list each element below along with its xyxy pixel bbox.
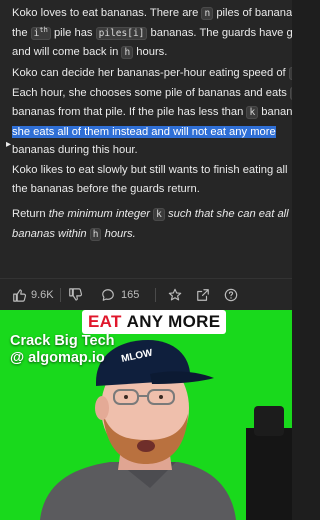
help-button[interactable] bbox=[224, 279, 238, 311]
text-segment: bananas, bbox=[261, 106, 292, 119]
chat-bubble-icon bbox=[101, 288, 115, 302]
thumbs-up-icon bbox=[12, 288, 26, 302]
comments-button[interactable]: 165 bbox=[101, 279, 139, 311]
dislike-button[interactable] bbox=[68, 279, 82, 311]
text-segment: bananas from that pile. If the pile has … bbox=[12, 106, 247, 119]
emphasis-text: bananas within bbox=[12, 227, 90, 240]
separator bbox=[155, 279, 156, 311]
selected-text-highlight[interactable]: she eats all of them instead and will no… bbox=[12, 125, 276, 138]
problem-paragraph-4: Return the minimum integer k such that s… bbox=[12, 205, 292, 244]
inline-code: h bbox=[121, 46, 134, 60]
text-segment: and will come back in bbox=[12, 46, 122, 59]
emphasis-text: the minimum integer bbox=[48, 208, 154, 220]
superscript: th bbox=[39, 25, 48, 34]
favorite-button[interactable] bbox=[168, 279, 182, 311]
emphasis-text: hours. bbox=[101, 227, 136, 240]
inline-code: k bbox=[246, 106, 259, 120]
star-icon bbox=[168, 288, 182, 302]
text-segment: Return bbox=[12, 208, 49, 220]
text-line: Koko likes to eat slowly but still wants… bbox=[12, 164, 288, 176]
thumbs-down-icon bbox=[68, 288, 82, 302]
inline-code: n bbox=[201, 7, 214, 20]
inline-code: ith bbox=[30, 25, 51, 40]
problem-paragraph-2: Koko can decide her bananas-per-hour eat… bbox=[12, 64, 292, 160]
text-segment: piles of bananas, bbox=[216, 7, 292, 19]
inline-code: piles[i] bbox=[95, 26, 148, 40]
caption-word-highlight: EAT bbox=[88, 312, 122, 331]
overlay-handle: @ algomap.io bbox=[10, 350, 105, 366]
text-segment: Each hour, she chooses some pile of bana… bbox=[12, 86, 291, 99]
share-icon bbox=[196, 288, 210, 302]
problem-paragraph-1: Koko loves to eat bananas. There are n p… bbox=[12, 4, 292, 63]
text-segment: bananas. The guards have gone bbox=[150, 26, 292, 39]
caption-banner: EAT ANY MORE bbox=[82, 310, 227, 334]
webcam-video: MLOW EAT ANY MORE Crack Big Tech @ algom… bbox=[0, 310, 292, 520]
emphasis-text: such that she can eat all the bbox=[167, 208, 292, 220]
text-line: the bananas before the guards return. bbox=[12, 182, 200, 195]
inline-code: k bbox=[290, 86, 292, 100]
separator bbox=[60, 279, 61, 311]
text-segment: the bbox=[12, 26, 31, 39]
overlay-title: Crack Big Tech bbox=[10, 333, 115, 349]
like-count: 9.6K bbox=[31, 289, 54, 301]
text-line: bananas during this hour. bbox=[12, 144, 138, 157]
comment-count: 165 bbox=[121, 289, 140, 301]
action-bar: 9.6K 165 bbox=[0, 278, 292, 311]
problem-description: Koko loves to eat bananas. There are n p… bbox=[0, 0, 292, 278]
caption-word: ANY MORE bbox=[126, 312, 221, 331]
text-segment: Koko can decide her bananas-per-hour eat… bbox=[12, 67, 289, 79]
inline-code: h bbox=[89, 227, 102, 241]
help-circle-icon bbox=[224, 288, 238, 302]
text-segment: Koko loves to eat bananas. There are bbox=[12, 7, 202, 19]
inline-code: k bbox=[153, 208, 165, 221]
problem-paragraph-3: Koko likes to eat slowly but still wants… bbox=[12, 161, 292, 198]
inline-code: k bbox=[288, 67, 292, 80]
like-button[interactable]: 9.6K bbox=[12, 279, 54, 311]
share-button[interactable] bbox=[196, 279, 210, 311]
text-segment: pile has bbox=[50, 26, 96, 39]
text-cursor-icon: ▸ bbox=[6, 139, 12, 150]
text-segment: hours. bbox=[133, 46, 168, 59]
